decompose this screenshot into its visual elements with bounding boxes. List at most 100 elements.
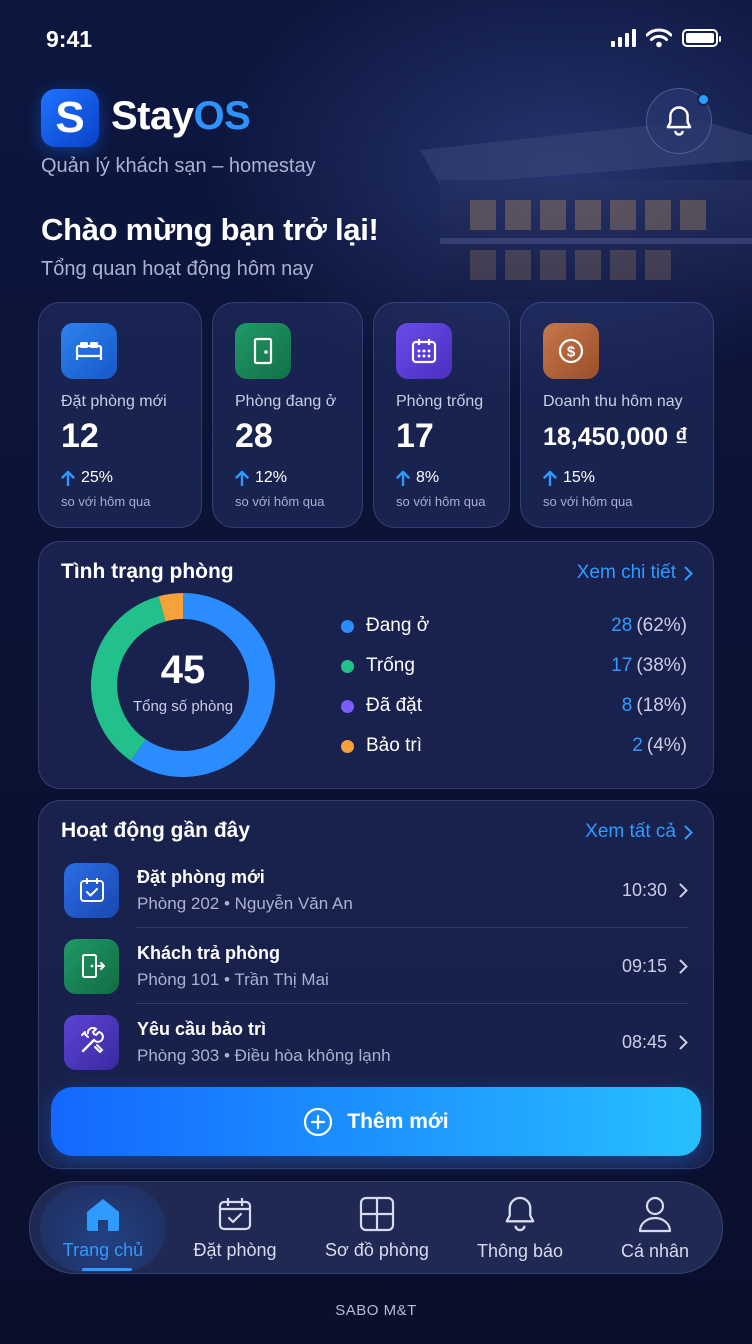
arrow-up-icon xyxy=(61,470,75,486)
stat-value: 28 xyxy=(235,417,273,455)
stat-card-revenue-today[interactable]: $ Doanh thu hôm nay 18,450,000 ₫ 15% so … xyxy=(520,302,714,528)
legend-label: Đang ở xyxy=(366,615,430,636)
room-status-title: Tình trạng phòng xyxy=(61,560,234,583)
svg-text:$: $ xyxy=(567,344,576,361)
wifi-icon xyxy=(646,28,672,48)
legend-label: Đã đặt xyxy=(366,695,422,716)
legend-dot xyxy=(341,619,354,633)
activity-time: 08:45 xyxy=(621,1031,667,1052)
stat-compare-note: so với hôm qua xyxy=(61,494,151,509)
legend-item-booked: Đã đặt 8 (18%) xyxy=(341,695,687,717)
door-icon xyxy=(235,323,291,379)
stat-change: 25% xyxy=(61,469,113,487)
battery-icon xyxy=(682,29,721,47)
legend-label: Bảo trì xyxy=(366,735,422,756)
nav-label: Sơ đồ phòng xyxy=(325,1240,429,1260)
chevron-right-icon xyxy=(679,883,688,897)
legend-item-vacant: Trống 17 (38%) xyxy=(341,655,687,677)
app-tagline: Quản lý khách sạn – homestay xyxy=(41,155,316,177)
legend-dot xyxy=(341,739,354,753)
stat-compare-note: so với hôm qua xyxy=(543,494,633,509)
app-brand-name: StayOS xyxy=(111,94,251,139)
nav-label: Cá nhân xyxy=(620,1241,690,1261)
activity-description: Phòng 202 • Nguyễn Văn An xyxy=(137,893,353,913)
legend-count: 8 xyxy=(621,695,633,716)
app-logo: S xyxy=(41,89,99,147)
nav-item-home[interactable]: Trang chủ xyxy=(40,1182,166,1275)
view-all-link[interactable]: Xem tất cả xyxy=(585,821,693,843)
calendar-icon xyxy=(218,1198,252,1231)
bell-icon xyxy=(666,106,692,136)
cellular-signal-icon xyxy=(611,29,636,47)
calendar-grid-icon xyxy=(396,323,452,379)
status-bar-time: 9:41 xyxy=(46,26,93,52)
stat-label: Đặt phòng mới xyxy=(61,393,167,410)
bell-icon xyxy=(505,1196,535,1232)
logo-letter: S xyxy=(55,93,85,142)
stat-card-new-bookings[interactable]: Đặt phòng mới 12 25% so với hôm qua xyxy=(38,302,202,528)
legend-percent: (18%) xyxy=(636,695,687,716)
add-new-label: Thêm mới xyxy=(347,1109,449,1133)
nav-label: Đặt phòng xyxy=(193,1240,277,1260)
legend-dot xyxy=(341,659,354,673)
activity-time: 09:15 xyxy=(621,955,667,976)
stat-change-value: 8% xyxy=(416,469,440,486)
stat-value: 17 xyxy=(396,417,434,455)
activity-title: Đặt phòng mới xyxy=(137,866,265,887)
chevron-right-icon xyxy=(684,825,693,839)
legend-dot xyxy=(341,699,354,713)
donut-segment xyxy=(158,593,184,622)
nav-label: Trang chủ xyxy=(62,1240,144,1260)
footer-credit: SABO M&T xyxy=(335,1302,417,1319)
door-exit-icon xyxy=(64,938,119,994)
view-details-link[interactable]: Xem chi tiết xyxy=(577,562,693,584)
plus-circle-icon xyxy=(304,1107,333,1136)
brand-main: Stay xyxy=(111,94,194,138)
nav-item-notifications[interactable]: Thông báo xyxy=(454,1182,586,1275)
arrow-up-icon xyxy=(235,470,249,486)
view-all-label: Xem tất cả xyxy=(585,821,676,842)
stat-label: Phòng trống xyxy=(396,393,484,410)
notification-badge xyxy=(697,93,710,106)
activity-item[interactable]: Khách trả phòng Phòng 101 • Trần Thị Mai … xyxy=(64,928,688,1004)
legend-label: Trống xyxy=(366,655,415,676)
notification-button[interactable] xyxy=(646,88,712,154)
welcome-title: Chào mừng bạn trở lại! xyxy=(41,212,379,247)
stat-change-value: 25% xyxy=(81,469,114,486)
dollar-coin-icon: $ xyxy=(543,323,599,379)
activity-item[interactable]: Yêu cầu bảo trì Phòng 303 • Điều hòa khôn… xyxy=(64,1004,688,1080)
brand-accent: OS xyxy=(193,94,251,138)
stat-compare-note: so với hôm qua xyxy=(396,494,486,509)
status-bar-icons xyxy=(611,28,721,48)
stat-value: 12 xyxy=(61,417,99,455)
nav-item-room-map[interactable]: Sơ đồ phòng xyxy=(310,1182,444,1275)
add-new-button[interactable]: Thêm mới xyxy=(51,1087,701,1156)
legend-item-occupied: Đang ở 28 (62%) xyxy=(341,615,687,637)
stat-change: 15% xyxy=(543,469,595,487)
stat-card-occupied-rooms[interactable]: Phòng đang ở 28 12% so với hôm qua xyxy=(212,302,363,528)
arrow-up-icon xyxy=(396,470,410,486)
legend-percent: (38%) xyxy=(636,655,687,676)
welcome-subtitle: Tổng quan hoạt động hôm nay xyxy=(41,258,314,280)
user-icon xyxy=(638,1196,672,1233)
legend-count: 28 xyxy=(611,615,633,636)
activity-title: Yêu cầu bảo trì xyxy=(137,1018,267,1039)
activity-item[interactable]: Đặt phòng mới Phòng 202 • Nguyễn Văn An 1… xyxy=(64,852,688,928)
donut-total-label: Tổng số phòng xyxy=(132,698,234,715)
stat-label: Phòng đang ở xyxy=(235,393,337,410)
activity-description: Phòng 303 • Điều hòa không lạnh xyxy=(137,1045,391,1065)
stat-compare-note: so với hôm qua xyxy=(235,494,325,509)
recent-activity-title: Hoạt động gần đây xyxy=(61,819,250,842)
legend-percent: (62%) xyxy=(636,615,687,636)
donut-total-value: 45 xyxy=(160,648,206,692)
nav-item-bookings[interactable]: Đặt phòng xyxy=(170,1182,300,1275)
view-details-label: Xem chi tiết xyxy=(576,562,676,583)
stat-card-vacant-rooms[interactable]: Phòng trống 17 8% so với hôm qua xyxy=(373,302,510,528)
chevron-right-icon xyxy=(679,1035,688,1049)
activity-description: Phòng 101 • Trần Thị Mai xyxy=(137,969,329,989)
calendar-check-icon xyxy=(64,862,119,918)
stat-change: 8% xyxy=(396,469,439,487)
tools-icon xyxy=(64,1014,119,1070)
arrow-up-icon xyxy=(543,470,557,486)
nav-item-profile[interactable]: Cá nhân xyxy=(592,1182,718,1275)
